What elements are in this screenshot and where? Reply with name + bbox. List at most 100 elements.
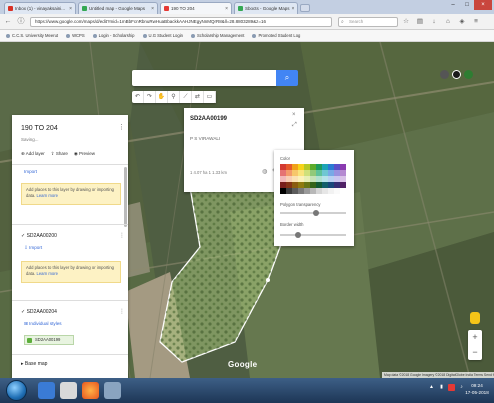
search-placeholder: Search	[349, 19, 364, 24]
bookmark-item[interactable]: C.C.S. University Meerut	[6, 33, 58, 38]
window-controls: – □ ×	[446, 0, 492, 10]
import-link[interactable]: ⇩ Import	[24, 245, 42, 251]
app-icon[interactable]	[104, 382, 121, 399]
map-canvas[interactable]: ⌕ ↶ ↷ ✋ ⚲ ⟋ ⇄ ▭ 190 TO 204 Saving... ⋮ ⊕…	[0, 42, 494, 378]
feature-row[interactable]: SD2AA00199	[24, 335, 74, 345]
paint-bucket-icon[interactable]: ◍	[262, 168, 267, 175]
draw-line-icon[interactable]: ⟋	[180, 91, 192, 103]
download-icon[interactable]: ↓	[430, 18, 438, 26]
base-map-toggle[interactable]: ▸ Base map	[21, 361, 47, 367]
antivirus-icon[interactable]	[448, 384, 455, 391]
shield-icon[interactable]: ◈	[458, 18, 466, 26]
zoom-in-button[interactable]: +	[468, 330, 482, 345]
map-header: 190 TO 204 Saving... ⋮ ⊕ Add layer ⇪ Sha…	[12, 115, 128, 165]
search-icon: ⌕	[341, 19, 344, 25]
reading-list-icon[interactable]: ▤	[416, 18, 424, 26]
color-label: Color	[280, 156, 291, 161]
individual-styles-link[interactable]: ⊞ Individual styles	[24, 321, 62, 327]
tab-label: Sbocts - Google Maps	[245, 6, 290, 11]
back-icon[interactable]: ←	[4, 18, 12, 26]
new-tab-button[interactable]	[300, 4, 310, 12]
close-window-icon[interactable]: ×	[474, 0, 492, 10]
layer-item: Import Add places to this layer by drawi…	[12, 165, 128, 225]
tab-label: 190 TO 204	[171, 6, 195, 11]
close-icon[interactable]: ×	[292, 6, 295, 12]
tab-label: Inbox (1) - vinayaksaini...	[15, 6, 66, 11]
arrow-up-icon[interactable]: ▲	[428, 384, 435, 391]
apps-icon[interactable]	[440, 70, 449, 79]
border-width-slider[interactable]	[280, 232, 346, 238]
notifications-icon[interactable]	[452, 70, 461, 79]
map-title[interactable]: 190 TO 204	[21, 125, 58, 132]
map-search-input[interactable]	[132, 70, 276, 86]
tab-untitled-map[interactable]: Untitled map - Google Maps ×	[78, 2, 158, 14]
directions-icon[interactable]: ⇄	[192, 91, 204, 103]
panel-actions: ⊕ Add layer ⇪ Share ◉ Preview	[21, 151, 95, 157]
maps-icon	[238, 6, 243, 11]
import-link[interactable]: Import	[24, 169, 37, 174]
expand-icon[interactable]: ⤢	[292, 122, 297, 129]
tab-190-to-204[interactable]: 190 TO 204 ×	[160, 2, 232, 14]
minimize-icon[interactable]: –	[446, 0, 460, 10]
more-vert-icon[interactable]: ⋮	[118, 123, 125, 131]
map-search-button[interactable]: ⌕	[276, 70, 298, 86]
style-picker: Color Polygon transparency Border width	[274, 150, 354, 246]
hand-icon[interactable]: ✋	[156, 91, 168, 103]
redo-icon[interactable]: ↷	[144, 91, 156, 103]
share-button[interactable]: ⇪ Share	[51, 151, 68, 157]
layer-item: ✓ SD2AA00204 ⋮ ⊞ Individual styles SD2AA…	[12, 301, 128, 355]
explorer-icon[interactable]	[38, 382, 55, 399]
windows-taskbar: ▲ ▮ ♪ 09:24 17-05-2018	[0, 378, 494, 403]
media-player-icon[interactable]	[60, 382, 77, 399]
home-icon[interactable]: ⌂	[444, 18, 452, 26]
tab-sbocts[interactable]: Sbocts - Google Maps ×	[234, 2, 298, 14]
tab-label: Untitled map - Google Maps	[89, 6, 146, 11]
close-icon[interactable]: ×	[292, 112, 296, 118]
layer-name[interactable]: ✓ SD2AA00200	[21, 233, 57, 239]
color-swatch[interactable]	[340, 188, 346, 194]
maps-icon	[164, 6, 169, 11]
google-logo: Google	[228, 360, 258, 369]
more-vert-icon[interactable]: ⋮	[119, 232, 125, 239]
gmail-icon	[8, 6, 13, 11]
slider-handle[interactable]	[295, 232, 301, 238]
bookmark-item[interactable]: WCPS	[66, 33, 85, 38]
network-icon[interactable]: ▮	[438, 384, 445, 391]
slider-handle[interactable]	[313, 210, 319, 216]
bookmark-item[interactable]: U.G Student Login	[142, 33, 183, 38]
bookmark-item[interactable]: Login - Scholarship	[92, 33, 135, 38]
undo-icon[interactable]: ↶	[132, 91, 144, 103]
system-clock[interactable]: 09:24 17-05-2018	[462, 382, 492, 396]
account-controls	[440, 70, 473, 79]
start-button[interactable]	[6, 380, 27, 401]
ruler-icon[interactable]: ▭	[204, 91, 216, 103]
street-view-pegman-icon[interactable]	[470, 312, 480, 324]
maximize-icon[interactable]: □	[460, 0, 474, 10]
bookmark-item[interactable]: Promoted Student Log	[252, 33, 300, 38]
avatar[interactable]	[464, 70, 473, 79]
tab-inbox[interactable]: Inbox (1) - vinayaksaini... ×	[4, 2, 76, 14]
address-bar[interactable]: https://www.google.com/maps/d/edit?mid=1…	[30, 17, 332, 27]
bookmark-item[interactable]: Scholarship Management	[190, 33, 244, 38]
layer-name[interactable]: ✓ SD2AA00204	[21, 309, 57, 315]
learn-more-link[interactable]: Learn more	[37, 193, 58, 198]
browser-search-input[interactable]: ⌕ Search	[338, 17, 398, 27]
zoom-out-button[interactable]: −	[468, 345, 482, 360]
add-layer-button[interactable]: ⊕ Add layer	[21, 151, 45, 157]
more-vert-icon[interactable]: ⋮	[119, 308, 125, 315]
firefox-icon[interactable]	[82, 382, 99, 399]
polygon-icon	[27, 338, 32, 343]
menu-icon[interactable]: ≡	[472, 18, 480, 26]
star-icon[interactable]: ☆	[402, 18, 410, 26]
close-icon[interactable]: ×	[225, 6, 228, 12]
preview-button[interactable]: ◉ Preview	[74, 151, 95, 157]
info-icon[interactable]: ⓘ	[17, 18, 25, 26]
marker-icon[interactable]: ⚲	[168, 91, 180, 103]
learn-more-link[interactable]: Learn more	[37, 271, 58, 276]
transparency-slider[interactable]	[280, 210, 346, 216]
close-icon[interactable]: ×	[151, 6, 154, 12]
maps-icon	[82, 6, 87, 11]
browser-tab-bar: Inbox (1) - vinayaksaini... × Untitled m…	[0, 0, 494, 14]
bookmark-icon	[6, 33, 10, 38]
close-icon[interactable]: ×	[69, 6, 72, 12]
